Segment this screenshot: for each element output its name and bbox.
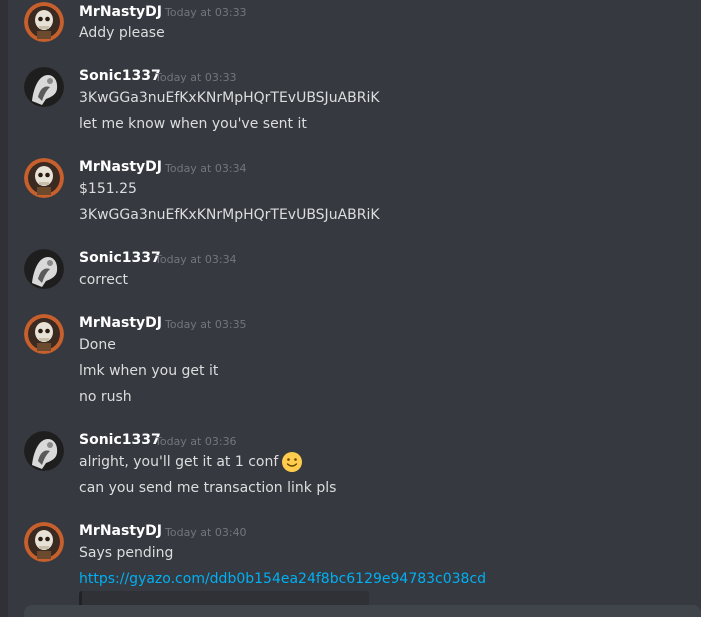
slight-smile-emoji-icon[interactable] <box>281 451 303 473</box>
message-text: no rush <box>79 389 132 405</box>
timestamp: Today at 03:33 <box>155 71 237 84</box>
scroll-edge <box>0 0 8 617</box>
bw-avatar-icon[interactable] <box>24 431 64 471</box>
bw-avatar-icon[interactable] <box>24 67 64 107</box>
username[interactable]: MrNastyDJ <box>79 315 162 331</box>
timestamp: Today at 03:34 <box>165 162 247 175</box>
bw-avatar-icon[interactable] <box>24 249 64 289</box>
message-text: can you send me transaction link pls <box>79 480 337 496</box>
username[interactable]: Sonic1337 <box>79 68 161 84</box>
message-text: correct <box>79 272 129 288</box>
message-line: alright, you'll get it at 1 conf <box>79 451 303 473</box>
message-text: let me know when you've sent it <box>79 116 307 132</box>
message-input-bar[interactable] <box>24 605 701 617</box>
timestamp: Today at 03:40 <box>165 526 247 539</box>
timestamp: Today at 03:33 <box>165 6 247 19</box>
message-text: lmk when you get it <box>79 363 219 379</box>
message-text: 3KwGGa3nuEfKxKNrMpHQrTEvUBSJuABRiK <box>79 207 380 223</box>
skull-avatar-icon[interactable] <box>24 314 64 354</box>
username[interactable]: Sonic1337 <box>79 432 161 448</box>
timestamp: Today at 03:36 <box>155 435 237 448</box>
timestamp: Today at 03:35 <box>165 318 247 331</box>
message-text: $151.25 <box>79 181 137 197</box>
chat-messages: MrNastyDJ Today at 03:33 Addy please Son… <box>0 0 701 617</box>
timestamp: Today at 03:34 <box>155 253 237 266</box>
skull-avatar-icon[interactable] <box>24 2 64 42</box>
username[interactable]: MrNastyDJ <box>79 159 162 175</box>
message-text: 3KwGGa3nuEfKxKNrMpHQrTEvUBSJuABRiK <box>79 90 380 106</box>
username[interactable]: MrNastyDJ <box>79 4 162 20</box>
username[interactable]: MrNastyDJ <box>79 523 162 539</box>
username[interactable]: Sonic1337 <box>79 250 161 266</box>
skull-avatar-icon[interactable] <box>24 522 64 562</box>
message-text: Done <box>79 337 116 353</box>
skull-avatar-icon[interactable] <box>24 158 64 198</box>
message-text: Addy please <box>79 25 165 41</box>
message-text: alright, you'll get it at 1 conf <box>79 454 279 470</box>
message-text: Says pending <box>79 545 174 561</box>
message-link[interactable]: https://gyazo.com/ddb0b154ea24f8bc6129e9… <box>79 570 486 588</box>
